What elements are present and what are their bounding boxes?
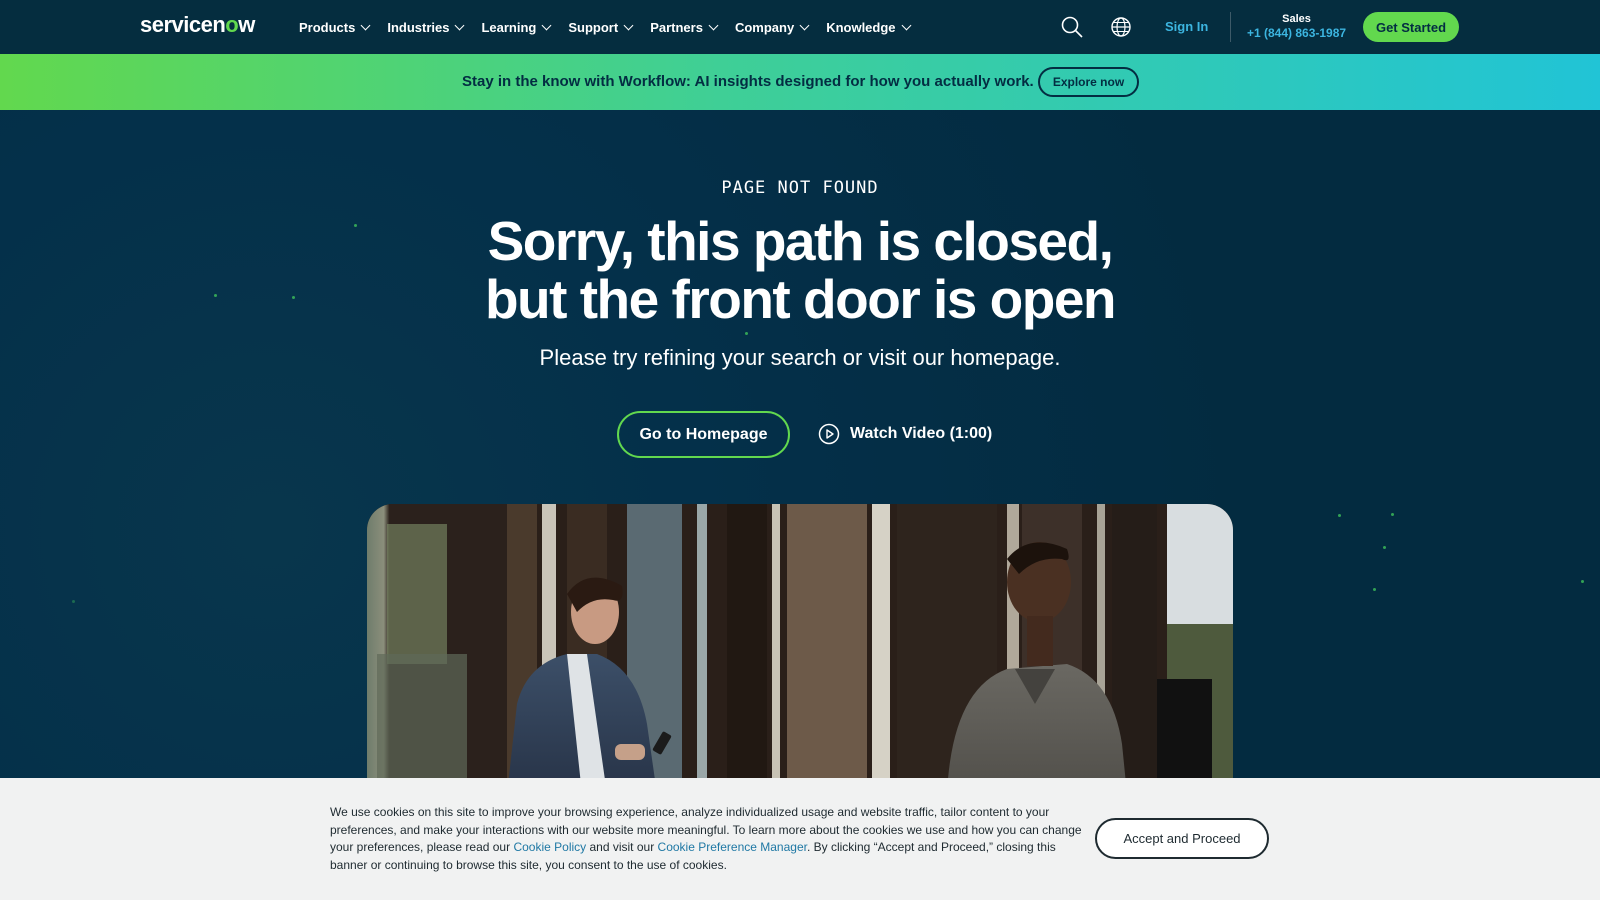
watch-video-link[interactable]: Watch Video (1:00) <box>818 423 992 445</box>
chevron-down-icon <box>623 20 634 30</box>
search-icon[interactable] <box>1061 16 1083 38</box>
chevron-down-icon <box>901 20 911 30</box>
nav-label: Company <box>734 19 795 35</box>
nav-item-support[interactable]: Support <box>568 19 634 35</box>
promo-text: Stay in the know with Workflow: AI insig… <box>462 73 1034 90</box>
decorative-dot <box>1373 588 1376 591</box>
video-frame-image <box>367 504 1233 794</box>
decorative-dot <box>1338 514 1341 517</box>
site-header: servicenow Products Industries Learning … <box>0 0 1600 54</box>
sales-contact: Sales +1 (844) 863-1987 <box>1247 13 1346 40</box>
nav-item-partners[interactable]: Partners <box>650 19 719 35</box>
chevron-down-icon <box>708 20 719 30</box>
play-icon <box>818 423 840 445</box>
get-started-button[interactable]: Get Started <box>1363 12 1459 42</box>
cookie-banner: We use cookies on this site to improve y… <box>0 778 1600 900</box>
nav-label: Industries <box>387 19 450 35</box>
decorative-dot <box>745 332 748 335</box>
decorative-dot <box>1581 580 1584 583</box>
cookie-text: We use cookies on this site to improve y… <box>330 804 1082 874</box>
nav-label: Products <box>299 19 356 35</box>
sign-in-link[interactable]: Sign In <box>1165 19 1208 34</box>
promo-banner: Stay in the know with Workflow: AI insig… <box>0 54 1600 110</box>
title-line-1: Sorry, this path is closed, <box>487 210 1114 272</box>
logo-text: servicen <box>140 12 226 37</box>
decorative-dot <box>1391 513 1394 516</box>
sales-phone-link[interactable]: +1 (844) 863-1987 <box>1247 26 1346 40</box>
page-title: Sorry, this path is closed, but the fron… <box>0 212 1600 328</box>
nav-label: Learning <box>481 19 537 35</box>
page-not-found-label: PAGE NOT FOUND <box>721 178 879 198</box>
hero-video[interactable] <box>367 504 1233 794</box>
nav-label: Support <box>568 19 619 35</box>
nav-item-industries[interactable]: Industries <box>387 19 465 35</box>
chevron-down-icon <box>360 20 371 30</box>
chevron-down-icon <box>455 20 465 30</box>
explore-now-button[interactable]: Explore now <box>1038 67 1139 97</box>
nav-item-learning[interactable]: Learning <box>481 19 552 35</box>
decorative-dot <box>1383 546 1386 549</box>
logo-text-end: w <box>238 12 255 37</box>
nav-item-knowledge[interactable]: Knowledge <box>826 19 911 35</box>
chevron-down-icon <box>541 20 552 30</box>
accept-and-proceed-button[interactable]: Accept and Proceed <box>1095 818 1269 859</box>
decorative-dot <box>72 600 75 603</box>
chevron-down-icon <box>799 20 810 30</box>
watch-video-label: Watch Video (1:00) <box>850 425 993 442</box>
cookie-text-part: and visit our <box>586 840 658 854</box>
cookie-policy-link[interactable]: Cookie Policy <box>513 840 586 854</box>
page-subtitle: Please try refining your search or visit… <box>539 345 1061 370</box>
sales-label: Sales <box>1282 13 1311 25</box>
logo-text-o: o <box>225 12 239 37</box>
go-to-homepage-button[interactable]: Go to Homepage <box>617 411 790 458</box>
servicenow-logo[interactable]: servicenow <box>140 12 255 38</box>
nav-label: Knowledge <box>826 19 896 35</box>
title-line-2: but the front door is open <box>484 268 1117 330</box>
globe-icon[interactable] <box>1111 17 1131 37</box>
header-divider <box>1230 12 1231 42</box>
nav-label: Partners <box>650 19 703 35</box>
cookie-preference-manager-link[interactable]: Cookie Preference Manager <box>658 840 807 854</box>
nav-item-products[interactable]: Products <box>299 19 371 35</box>
nav-item-company[interactable]: Company <box>734 19 810 35</box>
main-nav: Products Industries Learning Support Par… <box>299 0 928 54</box>
